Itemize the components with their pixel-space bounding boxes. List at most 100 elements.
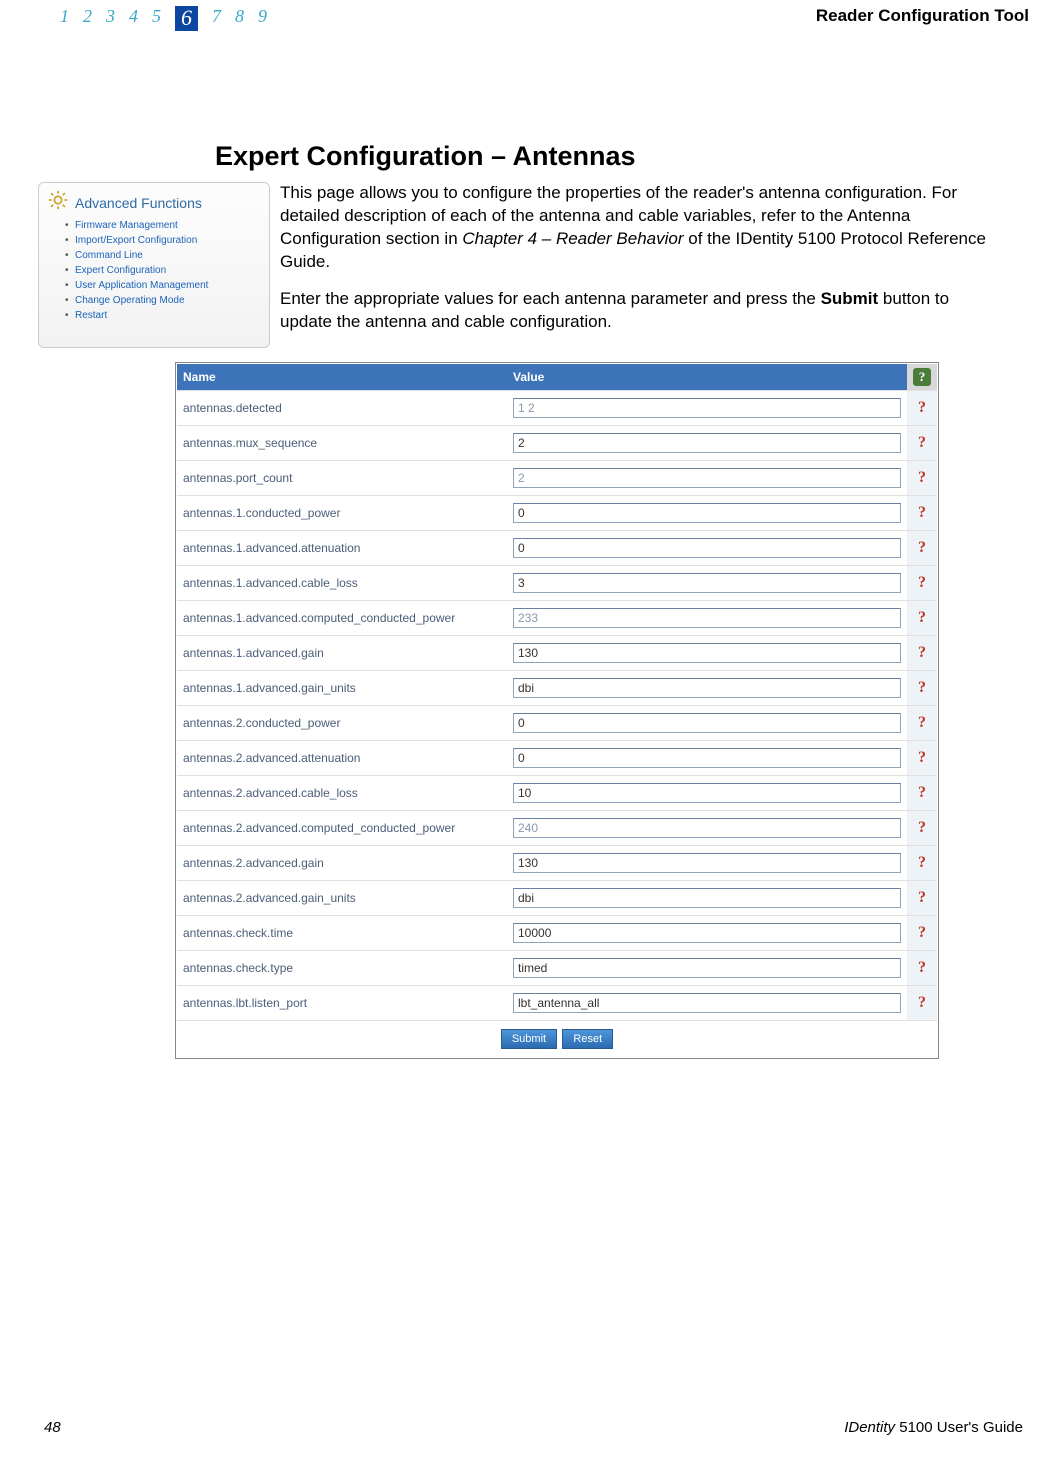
param-value-cell xyxy=(507,740,907,775)
table-row: antennas.check.time? xyxy=(177,915,937,950)
param-value-cell xyxy=(507,460,907,495)
param-input[interactable] xyxy=(513,573,901,593)
help-icon[interactable]: ? xyxy=(907,635,937,670)
param-name: antennas.2.conducted_power xyxy=(177,705,507,740)
table-row: antennas.2.advanced.gain_units? xyxy=(177,880,937,915)
table-row: antennas.1.advanced.gain_units? xyxy=(177,670,937,705)
table-row: antennas.mux_sequence? xyxy=(177,425,937,460)
help-icon[interactable]: ? xyxy=(907,950,937,985)
chapter-link-5[interactable]: 5 xyxy=(152,6,161,31)
param-value-cell xyxy=(507,950,907,985)
submit-button[interactable]: Submit xyxy=(501,1029,557,1049)
chapter-link-2[interactable]: 2 xyxy=(83,6,92,31)
param-input[interactable] xyxy=(513,783,901,803)
svg-text:?: ? xyxy=(919,369,926,384)
param-input[interactable] xyxy=(513,503,901,523)
help-icon[interactable]: ? xyxy=(907,565,937,600)
param-input[interactable] xyxy=(513,643,901,663)
param-value-cell xyxy=(507,810,907,845)
param-input[interactable] xyxy=(513,993,901,1013)
sidebar-item[interactable]: Firmware Management xyxy=(75,218,261,233)
param-value-cell xyxy=(507,425,907,460)
param-name: antennas.2.advanced.attenuation xyxy=(177,740,507,775)
param-input[interactable] xyxy=(513,678,901,698)
param-name: antennas.lbt.listen_port xyxy=(177,985,507,1020)
param-value-cell xyxy=(507,530,907,565)
section-title: Expert Configuration – Antennas xyxy=(215,141,1049,172)
sidebar-advanced-functions: Advanced Functions Firmware ManagementIm… xyxy=(38,182,270,348)
param-input[interactable] xyxy=(513,888,901,908)
param-input xyxy=(513,818,901,838)
help-icon[interactable]: ? xyxy=(907,495,937,530)
help-icon[interactable]: ? xyxy=(907,880,937,915)
param-name: antennas.2.advanced.computed_conducted_p… xyxy=(177,810,507,845)
param-value-cell xyxy=(507,775,907,810)
sidebar-title: Advanced Functions xyxy=(75,195,202,211)
chapter-link-4[interactable]: 4 xyxy=(129,6,138,31)
param-input[interactable] xyxy=(513,713,901,733)
param-name: antennas.1.advanced.computed_conducted_p… xyxy=(177,600,507,635)
chapter-link-3[interactable]: 3 xyxy=(106,6,115,31)
param-input[interactable] xyxy=(513,853,901,873)
help-icon[interactable]: ? xyxy=(907,915,937,950)
chapter-link-1[interactable]: 1 xyxy=(60,6,69,31)
button-row: Submit Reset xyxy=(177,1020,937,1057)
chapter-link-6[interactable]: 6 xyxy=(175,6,198,31)
page-header-title: Reader Configuration Tool xyxy=(816,6,1029,26)
reset-button[interactable]: Reset xyxy=(562,1029,613,1049)
param-value-cell xyxy=(507,915,907,950)
help-icon[interactable]: ? xyxy=(907,985,937,1020)
chapter-link-7[interactable]: 7 xyxy=(212,6,221,31)
col-header-value: Value xyxy=(507,364,907,391)
table-row: antennas.detected? xyxy=(177,390,937,425)
param-name: antennas.mux_sequence xyxy=(177,425,507,460)
param-value-cell xyxy=(507,495,907,530)
param-input[interactable] xyxy=(513,958,901,978)
table-row: antennas.1.advanced.computed_conducted_p… xyxy=(177,600,937,635)
sidebar-item[interactable]: User Application Management xyxy=(75,278,261,293)
table-row: antennas.lbt.listen_port? xyxy=(177,985,937,1020)
help-icon[interactable]: ? xyxy=(907,845,937,880)
help-icon[interactable]: ? xyxy=(907,390,937,425)
param-input[interactable] xyxy=(513,923,901,943)
param-input xyxy=(513,608,901,628)
param-name: antennas.port_count xyxy=(177,460,507,495)
col-header-help[interactable]: ? xyxy=(907,364,937,391)
help-icon[interactable]: ? xyxy=(907,600,937,635)
help-icon[interactable]: ? xyxy=(907,425,937,460)
help-icon[interactable]: ? xyxy=(907,670,937,705)
help-icon[interactable]: ? xyxy=(907,775,937,810)
chapter-link-9[interactable]: 9 xyxy=(258,6,267,31)
page-number: 48 xyxy=(44,1419,61,1436)
param-name: antennas.check.time xyxy=(177,915,507,950)
table-row: antennas.2.advanced.cable_loss? xyxy=(177,775,937,810)
gear-icon xyxy=(47,189,75,216)
help-icon[interactable]: ? xyxy=(907,530,937,565)
param-value-cell xyxy=(507,600,907,635)
param-input[interactable] xyxy=(513,748,901,768)
text: . xyxy=(325,252,330,271)
chapter-link-8[interactable]: 8 xyxy=(235,6,244,31)
param-input xyxy=(513,468,901,488)
sidebar-item[interactable]: Import/Export Configuration xyxy=(75,233,261,248)
config-table: Name Value ? antennas.detected?antennas.… xyxy=(175,362,939,1059)
table-row: antennas.1.advanced.gain? xyxy=(177,635,937,670)
param-value-cell xyxy=(507,670,907,705)
sidebar-item[interactable]: Expert Configuration xyxy=(75,263,261,278)
help-icon[interactable]: ? xyxy=(907,460,937,495)
table-row: antennas.2.advanced.computed_conducted_p… xyxy=(177,810,937,845)
param-name: antennas.1.advanced.gain xyxy=(177,635,507,670)
sidebar-item[interactable]: Change Operating Mode xyxy=(75,293,261,308)
sidebar-item[interactable]: Restart xyxy=(75,308,261,323)
text: of the xyxy=(684,229,736,248)
param-name: antennas.1.conducted_power xyxy=(177,495,507,530)
help-icon[interactable]: ? xyxy=(907,810,937,845)
help-icon[interactable]: ? xyxy=(907,705,937,740)
sidebar-item[interactable]: Command Line xyxy=(75,248,261,263)
footer-guide-title: IDentity 5100 User's Guide xyxy=(844,1419,1023,1436)
param-value-cell xyxy=(507,390,907,425)
help-icon[interactable]: ? xyxy=(907,740,937,775)
header: 123456789 Reader Configuration Tool xyxy=(0,0,1049,31)
param-input[interactable] xyxy=(513,538,901,558)
param-input[interactable] xyxy=(513,433,901,453)
